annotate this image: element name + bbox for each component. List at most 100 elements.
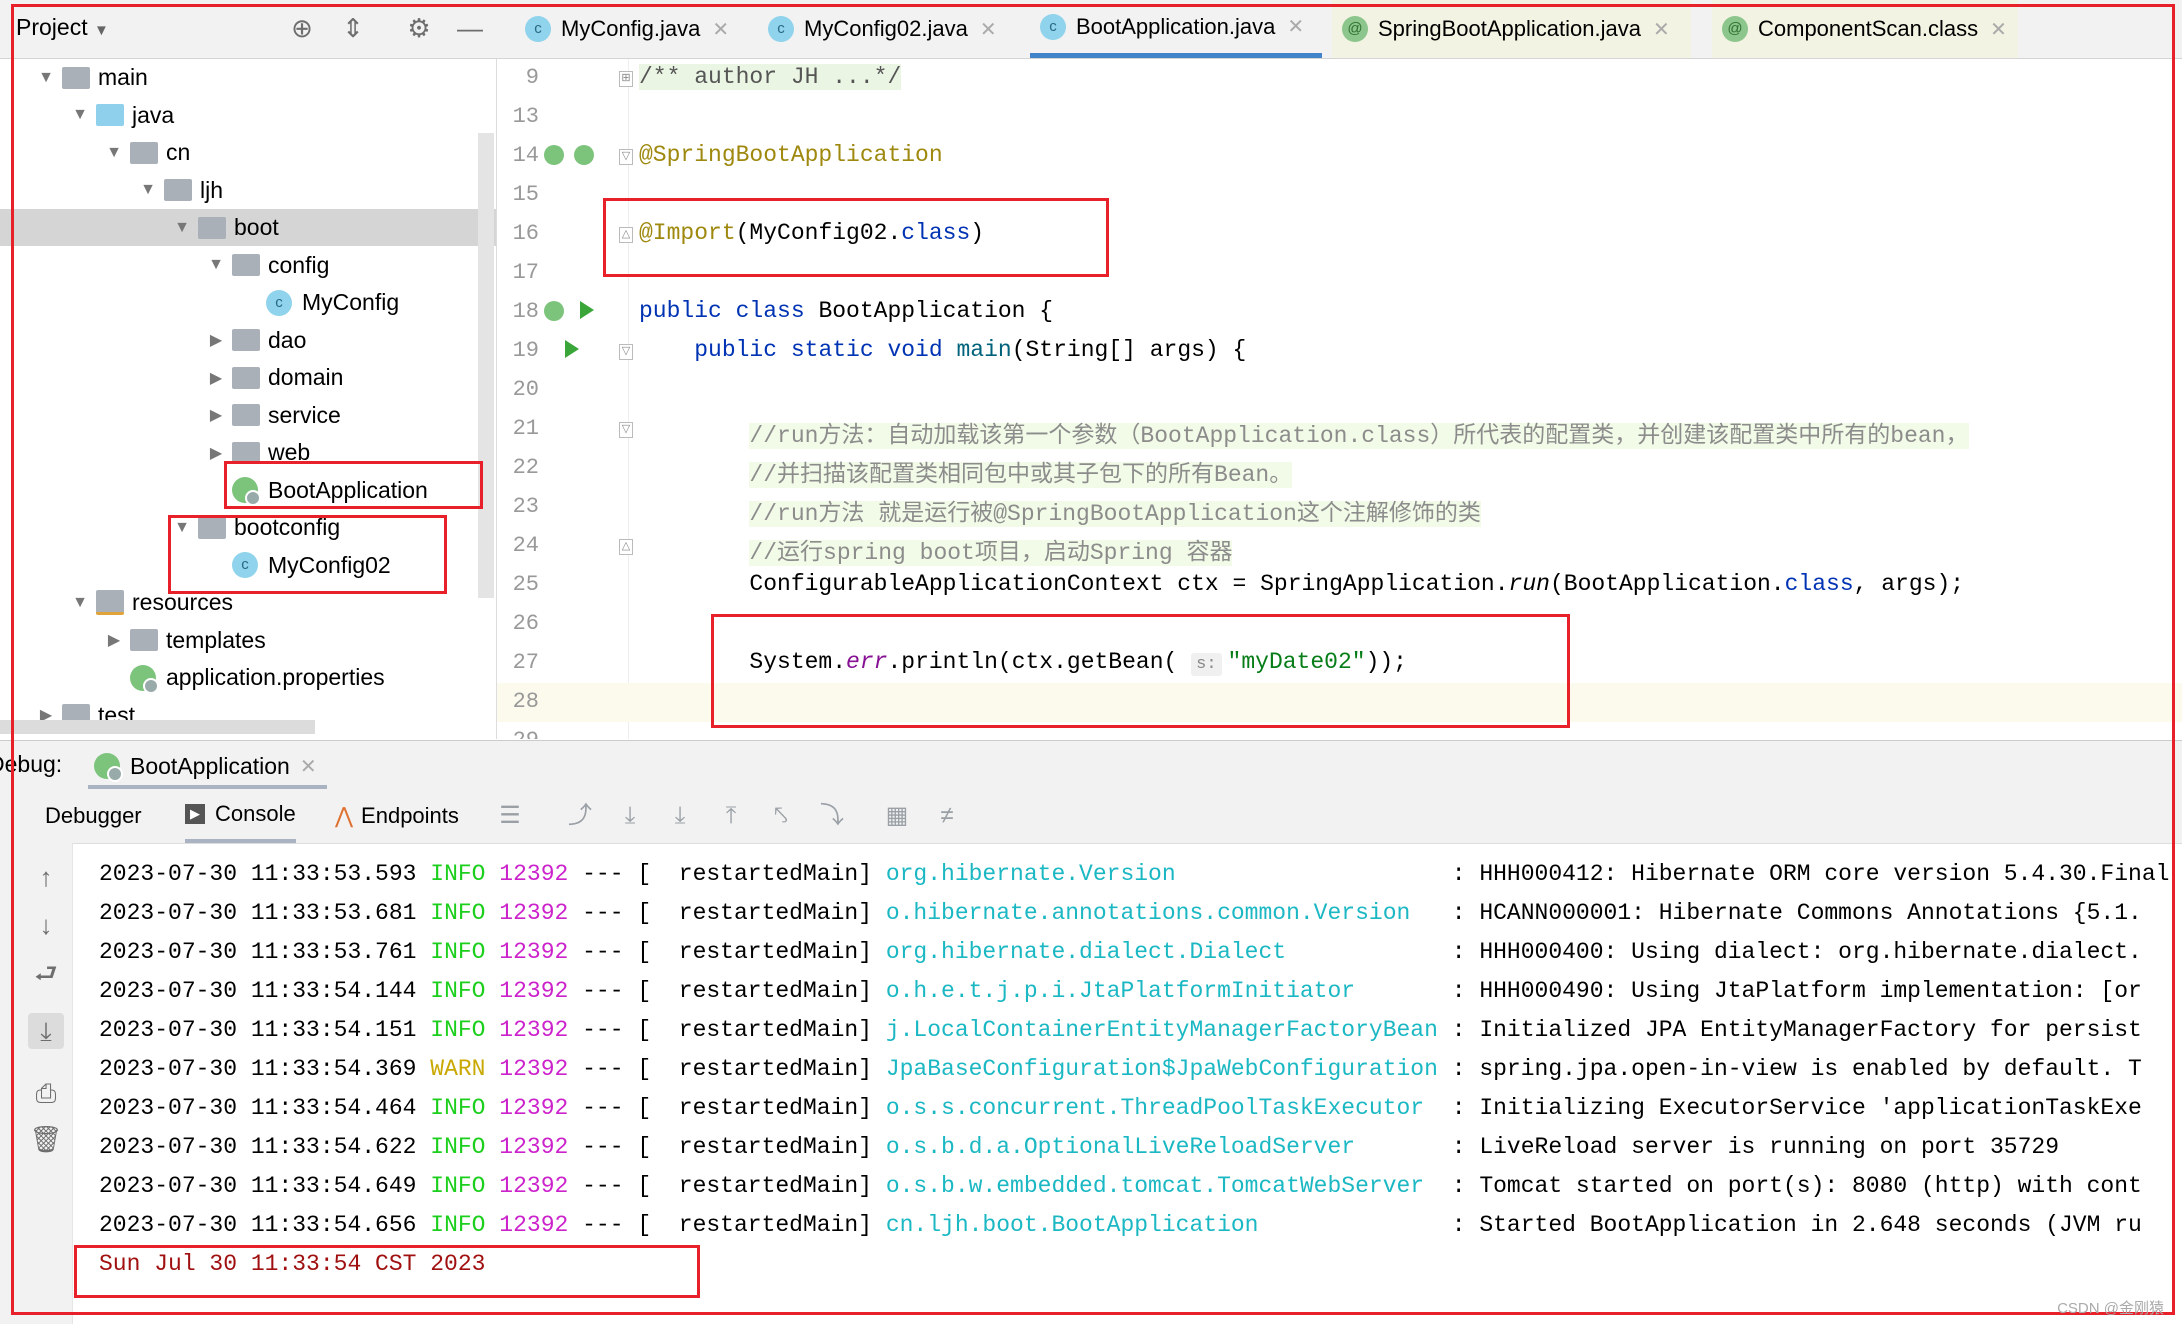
step-out-icon[interactable]: ⤒ — [716, 801, 746, 831]
expanded-arrow-icon[interactable]: ▼ — [104, 144, 124, 162]
collapsed-arrow-icon[interactable]: ▶ — [206, 330, 226, 350]
log-separator: --- — [582, 939, 624, 965]
tree-item-domain[interactable]: ▶ domain — [0, 359, 496, 396]
fold-marker-icon[interactable]: △ — [619, 539, 633, 555]
close-icon[interactable]: ✕ — [712, 17, 729, 42]
soft-wrap-icon[interactable]: ⮐ — [28, 955, 64, 991]
log-logger: cn.ljh.boot.BootApplication — [885, 1212, 1259, 1238]
tree-item-bootconfig[interactable]: ▼ bootconfig — [0, 509, 496, 546]
drop-frame-icon[interactable]: ⤣ — [766, 801, 796, 831]
tab-myconfig-java[interactable]: c MyConfig.java ✕ — [515, 0, 735, 58]
class-icon: c — [232, 552, 258, 578]
clear-icon[interactable]: 🗑 — [28, 1121, 64, 1157]
tree-item-templates[interactable]: ▶ templates — [0, 622, 496, 659]
tree-item-dao[interactable]: ▶ dao — [0, 322, 496, 359]
code-editor[interactable]: 9 /** author JH ...*/ 13 14 @SpringBootAppli… — [497, 59, 2182, 739]
tree-item-application-properties[interactable]: application.properties — [0, 659, 496, 696]
log-pid: 12392 — [499, 1173, 569, 1199]
debug-tab-debugger[interactable]: Debugger — [45, 789, 142, 843]
tree-vertical-scrollbar[interactable] — [478, 133, 494, 598]
log-thread: restartedMain — [678, 939, 859, 965]
expanded-arrow-icon[interactable]: ▼ — [172, 219, 192, 237]
collapsed-arrow-icon[interactable]: ▶ — [206, 443, 226, 463]
project-view-selector[interactable]: Project ▼ — [16, 14, 109, 41]
code-token: //运行spring boot项目，启动Spring 容器 — [749, 540, 1233, 566]
debug-tab-console[interactable]: ▶ Console — [185, 789, 296, 843]
tree-item-resources[interactable]: ▼ resources — [0, 584, 496, 621]
line-number: 24 — [512, 533, 539, 558]
code-token: //run方法：自动加载该第一个参数（BootApplication.class… — [749, 423, 1969, 449]
line-number: 22 — [512, 455, 539, 480]
tree-item-boot[interactable]: ▼ boot — [0, 209, 496, 246]
gear-icon[interactable]: ⚙ — [403, 12, 435, 44]
expanded-arrow-icon[interactable]: ▼ — [70, 106, 90, 124]
expanded-arrow-icon[interactable]: ▼ — [36, 69, 56, 87]
expanded-arrow-icon[interactable]: ▼ — [206, 256, 226, 274]
expanded-arrow-icon[interactable]: ▼ — [70, 594, 90, 612]
tree-horizontal-scrollbar[interactable] — [0, 720, 315, 734]
fold-marker-icon[interactable]: △ — [619, 227, 633, 243]
console-log-row: 2023-07-30 11:33:54.144 INFO 12392 --- [… — [99, 972, 2142, 1011]
run-to-cursor-icon[interactable]: ⤵ — [817, 801, 847, 831]
show-execution-point-icon[interactable]: ⤴ — [565, 801, 595, 831]
tab-componentscan-class[interactable]: @ ComponentScan.class ✕ — [1712, 0, 2018, 58]
locate-icon[interactable]: ⊕ — [286, 12, 318, 44]
tree-item-cn[interactable]: ▼ cn — [0, 134, 496, 171]
close-icon[interactable]: ✕ — [300, 754, 317, 779]
print-icon[interactable]: ⎙ — [28, 1075, 64, 1111]
close-icon[interactable]: ✕ — [980, 17, 997, 42]
tab-myconfig02-java[interactable]: c MyConfig02.java ✕ — [758, 0, 1002, 58]
tree-item-bootapplication[interactable]: BootApplication — [0, 472, 496, 509]
tree-item-web[interactable]: ▶ web — [0, 434, 496, 471]
tree-item-config[interactable]: ▼ config — [0, 247, 496, 284]
scroll-down-icon[interactable]: ↓ — [28, 907, 64, 943]
collapsed-arrow-icon[interactable]: ▶ — [206, 405, 226, 425]
expanded-arrow-icon[interactable]: ▼ — [172, 519, 192, 537]
log-message: spring.jpa.open-in-view is enabled by de… — [1479, 1056, 2142, 1082]
debug-tab-endpoints[interactable]: ⋀ Endpoints — [335, 789, 459, 843]
run-main-gutter-icon[interactable] — [565, 340, 579, 358]
fold-marker-icon[interactable]: ⊞ — [619, 71, 633, 87]
tab-springbootapplication-java[interactable]: @ SpringBootApplication.java ✕ — [1332, 0, 1691, 58]
tree-item-service[interactable]: ▶ service — [0, 397, 496, 434]
fold-marker-icon[interactable]: ▽ — [619, 149, 633, 165]
step-into-icon[interactable]: ⤓ — [665, 801, 695, 831]
tree-item-ljh[interactable]: ▼ ljh — [0, 172, 496, 209]
close-icon[interactable]: ✕ — [1653, 17, 1670, 42]
tree-item-myconfig02[interactable]: c MyConfig02 — [0, 547, 496, 584]
spring-config-icon[interactable] — [544, 301, 564, 321]
run-gutter-icon[interactable] — [580, 301, 594, 319]
minimize-icon[interactable]: — — [454, 12, 486, 44]
scroll-to-end-icon[interactable]: ⤓ — [28, 1013, 64, 1049]
tree-item-main[interactable]: ▼ main — [0, 59, 496, 96]
threads-icon[interactable]: ☰ — [495, 801, 525, 831]
evaluate-icon[interactable]: ▦ — [882, 801, 912, 831]
fold-marker-icon[interactable]: ▽ — [619, 344, 633, 360]
scroll-up-icon[interactable]: ↑ — [28, 859, 64, 895]
log-separator: --- — [582, 1017, 624, 1043]
tab-bootapplication-java[interactable]: c BootApplication.java ✕ — [1030, 0, 1322, 58]
line-number: 28 — [512, 689, 539, 714]
collapsed-arrow-icon[interactable]: ▶ — [104, 630, 124, 650]
collapse-all-icon[interactable]: ⇕ — [337, 12, 369, 44]
log-thread: restartedMain — [678, 1095, 859, 1121]
trace-icon[interactable]: ≠ — [932, 801, 962, 831]
tree-item-myconfig[interactable]: c MyConfig — [0, 284, 496, 321]
log-level: INFO — [430, 978, 486, 1004]
fold-marker-icon[interactable]: ▽ — [619, 422, 633, 438]
class-icon: c — [266, 289, 292, 316]
line-number: 15 — [512, 182, 539, 207]
log-separator: --- — [582, 900, 624, 926]
debug-run-tab[interactable]: BootApplication ✕ — [88, 747, 327, 789]
close-icon[interactable]: ✕ — [1990, 17, 2007, 42]
spring-bean-icon[interactable] — [544, 145, 564, 165]
step-over-icon[interactable]: ⤓ — [615, 801, 645, 831]
tree-item-java[interactable]: ▼ java — [0, 97, 496, 134]
spring-bean-navigate-icon[interactable] — [574, 145, 594, 165]
collapsed-arrow-icon[interactable]: ▶ — [206, 368, 226, 388]
log-thread: restartedMain — [678, 1212, 859, 1238]
close-icon[interactable]: ✕ — [1287, 14, 1304, 39]
log-pid: 12392 — [499, 1134, 569, 1160]
console-output[interactable]: 2023-07-30 11:33:53.593 INFO 12392 --- [… — [73, 844, 2182, 1324]
expanded-arrow-icon[interactable]: ▼ — [138, 181, 158, 199]
